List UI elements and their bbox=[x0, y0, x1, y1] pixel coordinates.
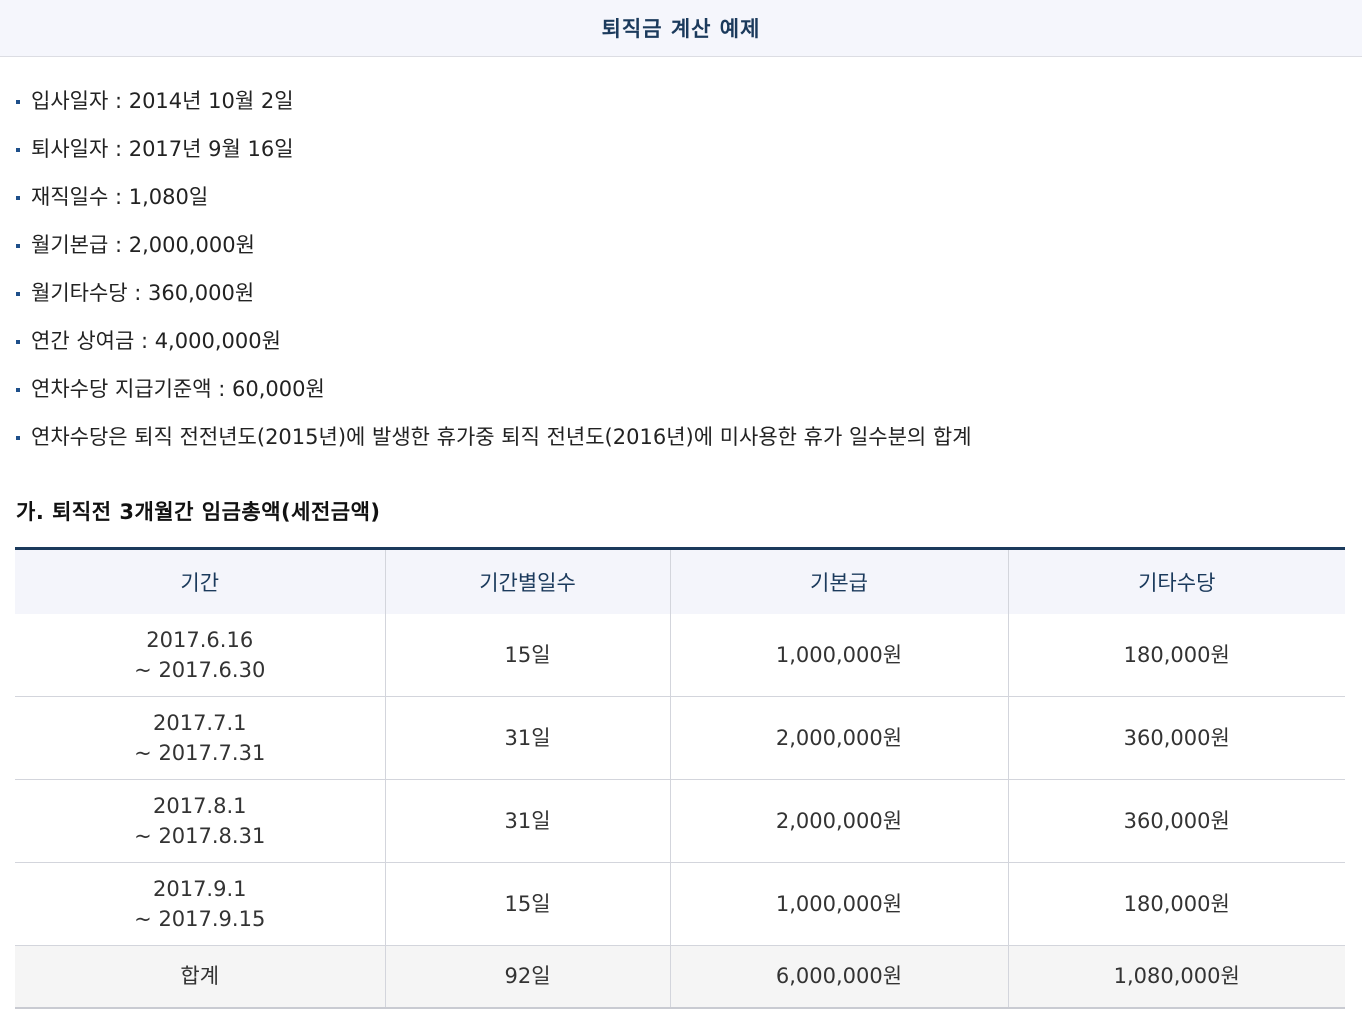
period-cell: 2017.9.1 ~ 2017.9.15 bbox=[15, 862, 385, 946]
days-cell: 31일 bbox=[384, 696, 670, 780]
fact-item-monthly-base: 월기본급 : 2,000,000원 bbox=[16, 220, 1346, 268]
page-title: 퇴직금 계산 예제 bbox=[601, 17, 761, 41]
fact-item-leave-allowance-note: 연차수당은 퇴직 전전년도(2015년)에 발생한 휴가중 퇴직 전년도(201… bbox=[16, 412, 1346, 460]
table-header-row: 기간 기간별일수 기본급 기타수당 bbox=[15, 548, 1345, 614]
days-cell: 15일 bbox=[384, 862, 670, 946]
fact-item-hire-date: 입사일자 : 2014년 10월 2일 bbox=[16, 76, 1346, 124]
other-allowance-cell: 180,000원 bbox=[1007, 862, 1345, 946]
page-header: 퇴직금 계산 예제 bbox=[0, 0, 1362, 57]
days-cell: 31일 bbox=[384, 779, 670, 863]
other-allowance-cell: 180,000원 bbox=[1007, 613, 1345, 697]
total-label: 합계 bbox=[15, 945, 385, 1009]
fact-text: 월기본급 : 2,000,000원 bbox=[31, 233, 255, 257]
fact-text: 입사일자 : 2014년 10월 2일 bbox=[31, 89, 294, 113]
period-start: 2017.6.16 bbox=[146, 627, 254, 652]
bullet-icon bbox=[16, 196, 20, 200]
fact-text: 연차수당 지급기준액 : 60,000원 bbox=[31, 377, 325, 401]
base-pay-cell: 2,000,000원 bbox=[669, 779, 1008, 863]
fact-item-monthly-other: 월기타수당 : 360,000원 bbox=[16, 268, 1346, 316]
fact-text: 퇴사일자 : 2017년 9월 16일 bbox=[31, 137, 294, 161]
column-header-days: 기간별일수 bbox=[384, 548, 670, 614]
base-pay-cell: 1,000,000원 bbox=[669, 862, 1008, 946]
period-start: 2017.7.1 bbox=[152, 711, 247, 735]
fact-item-annual-bonus: 연간 상여금 : 4,000,000원 bbox=[16, 316, 1346, 364]
column-header-other-allowance: 기타수당 bbox=[1007, 548, 1345, 614]
total-days: 92일 bbox=[384, 945, 670, 1009]
period-start: 2017.8.1 bbox=[152, 794, 247, 818]
bullet-icon bbox=[16, 388, 20, 392]
base-pay-cell: 2,000,000원 bbox=[669, 696, 1008, 780]
fact-text: 연간 상여금 : 4,000,000원 bbox=[31, 329, 281, 353]
period-end: ~ 2017.9.15 bbox=[134, 907, 266, 931]
period-start: 2017.9.1 bbox=[152, 877, 247, 901]
section-title: 가. 퇴직전 3개월간 임금총액(세전금액) bbox=[16, 500, 381, 524]
period-cell: 2017.7.1 ~ 2017.7.31 bbox=[15, 696, 385, 780]
days-cell: 15일 bbox=[384, 613, 670, 697]
bullet-icon bbox=[16, 148, 20, 152]
period-end: ~ 2017.8.31 bbox=[134, 824, 266, 848]
table-row: 2017.7.1 ~ 2017.7.31 31일 2,000,000원 360,0… bbox=[15, 696, 1345, 780]
column-header-base-pay: 기본급 bbox=[669, 548, 1008, 614]
period-cell: 2017.8.1 ~ 2017.8.31 bbox=[15, 779, 385, 863]
fact-text: 재직일수 : 1,080일 bbox=[31, 185, 209, 209]
table-row: 2017.6.16 ~ 2017.6.30 15일 1,000,000원 180,… bbox=[15, 613, 1345, 697]
table-total-row: 합계 92일 6,000,000원 1,080,000원 bbox=[15, 945, 1345, 1009]
fact-item-leave-date: 퇴사일자 : 2017년 9월 16일 bbox=[16, 124, 1346, 172]
total-other-allowance: 1,080,000원 bbox=[1007, 945, 1345, 1009]
other-allowance-cell: 360,000원 bbox=[1007, 696, 1345, 780]
base-pay-cell: 1,000,000원 bbox=[669, 613, 1008, 697]
wage-table: 기간 기간별일수 기본급 기타수당 2017.6.16 ~ 2017.6.30 1… bbox=[15, 547, 1345, 1009]
period-end: ~ 2017.6.30 bbox=[134, 657, 266, 682]
bullet-icon bbox=[16, 292, 20, 296]
fact-text: 연차수당은 퇴직 전전년도(2015년)에 발생한 휴가중 퇴직 전년도(201… bbox=[31, 425, 972, 449]
table-row: 2017.9.1 ~ 2017.9.15 15일 1,000,000원 180,0… bbox=[15, 862, 1345, 946]
table-row: 2017.8.1 ~ 2017.8.31 31일 2,000,000원 360,0… bbox=[15, 779, 1345, 863]
period-cell: 2017.6.16 ~ 2017.6.30 bbox=[15, 613, 385, 697]
total-base-pay: 6,000,000원 bbox=[669, 945, 1008, 1009]
fact-list: 입사일자 : 2014년 10월 2일 퇴사일자 : 2017년 9월 16일 … bbox=[16, 76, 1346, 460]
column-header-period: 기간 bbox=[15, 548, 385, 614]
fact-item-service-days: 재직일수 : 1,080일 bbox=[16, 172, 1346, 220]
bullet-icon bbox=[16, 244, 20, 248]
bullet-icon bbox=[16, 436, 20, 440]
fact-text: 월기타수당 : 360,000원 bbox=[31, 281, 255, 305]
bullet-icon bbox=[16, 340, 20, 344]
period-end: ~ 2017.7.31 bbox=[134, 741, 266, 765]
other-allowance-cell: 360,000원 bbox=[1007, 779, 1345, 863]
fact-item-leave-allowance-base: 연차수당 지급기준액 : 60,000원 bbox=[16, 364, 1346, 412]
bullet-icon bbox=[16, 100, 20, 104]
